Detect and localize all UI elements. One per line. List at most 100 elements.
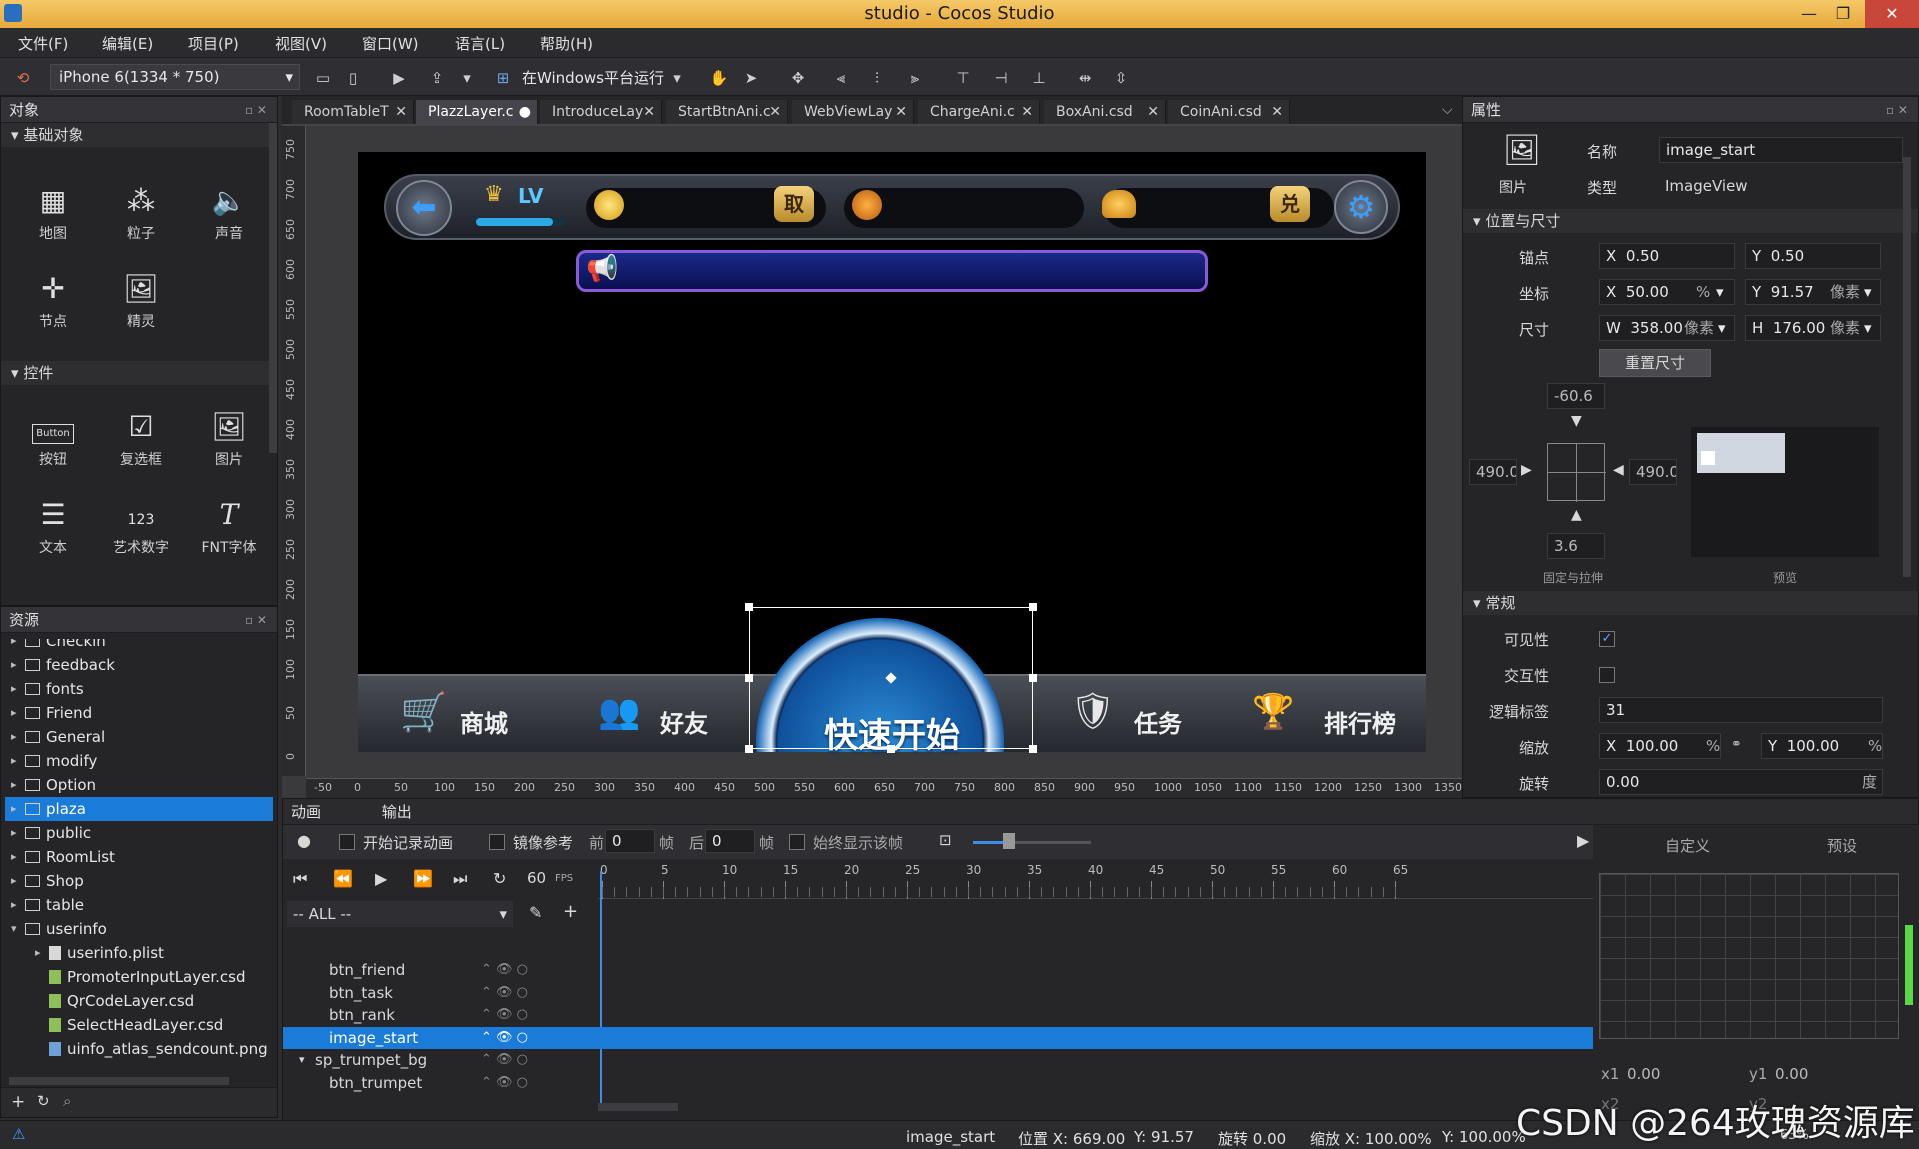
timeline-zoom-slider[interactable] bbox=[973, 841, 1091, 844]
object-particle[interactable]: ⁂ 粒子 bbox=[101, 179, 181, 243]
resize-handle[interactable] bbox=[745, 745, 753, 753]
play-icon[interactable]: ▶ bbox=[388, 67, 410, 89]
chevron-down-icon[interactable]: ▾ bbox=[11, 917, 17, 941]
track-row[interactable]: btn_trumpet ⌃ 👁 ○ bbox=[283, 1072, 598, 1094]
resource-item[interactable]: ▸ public bbox=[5, 821, 273, 845]
tab-output[interactable]: 输出 bbox=[382, 803, 412, 821]
portrait-icon[interactable]: ▯ bbox=[342, 67, 364, 89]
control-button[interactable]: Button 按钮 bbox=[13, 405, 93, 469]
size-w-field[interactable]: W 358.00 像素 ▾ bbox=[1599, 315, 1735, 341]
resource-item[interactable]: uinfo_atlas_sendcount.png bbox=[5, 1037, 273, 1061]
link-scale-icon[interactable]: ⚭ bbox=[1731, 737, 1742, 752]
menu-language[interactable]: 语言(L) bbox=[455, 33, 505, 54]
loop-icon[interactable]: ↻ bbox=[493, 869, 506, 888]
task-button[interactable]: 任务 bbox=[1134, 704, 1182, 739]
add-track-icon[interactable]: + bbox=[563, 901, 578, 922]
track-filter-select[interactable]: -- ALL -- ▾ bbox=[287, 901, 513, 927]
margin-top-field[interactable]: -60.6 bbox=[1547, 383, 1605, 409]
chevron-right-icon[interactable]: ▸ bbox=[11, 701, 17, 725]
menu-window[interactable]: 窗口(W) bbox=[362, 33, 419, 54]
name-field[interactable]: image_start bbox=[1659, 137, 1903, 163]
resource-item[interactable]: ▸ fonts bbox=[5, 677, 273, 701]
scale-x-field[interactable]: X 100.00% bbox=[1599, 733, 1721, 759]
tag-field[interactable]: 31 bbox=[1599, 697, 1883, 723]
resource-item[interactable]: ▸ table bbox=[5, 893, 273, 917]
slider-thumb[interactable] bbox=[1003, 833, 1015, 849]
size-h-field[interactable]: H 176.00 像素 ▾ bbox=[1745, 315, 1881, 341]
resource-item[interactable]: ▸ plaza bbox=[5, 797, 273, 821]
menu-project[interactable]: 项目(P) bbox=[188, 33, 239, 54]
withdraw-button[interactable]: 取 bbox=[774, 186, 814, 222]
warning-icon[interactable]: ⚠ bbox=[12, 1125, 25, 1143]
control-text[interactable]: ☰ 文本 bbox=[13, 493, 93, 557]
easing-handle[interactable] bbox=[1905, 925, 1913, 1005]
track-visibility-icon[interactable]: ⌃ 👁 ○ bbox=[481, 1004, 528, 1026]
first-frame-icon[interactable]: ⏮ bbox=[293, 869, 307, 889]
shop-button[interactable]: 商城 bbox=[460, 704, 508, 739]
visible-checkbox[interactable]: ✓ bbox=[1599, 631, 1615, 647]
select-tool-icon[interactable]: ➤ bbox=[740, 67, 762, 89]
tab-chargeani[interactable]: ChargeAni.c ✕ bbox=[918, 100, 1040, 124]
resource-item[interactable]: PromoterInputLayer.csd bbox=[5, 965, 273, 989]
resource-item[interactable]: ▸ modify bbox=[5, 749, 273, 773]
tab-roomtable[interactable]: RoomTableT ✕ bbox=[292, 100, 414, 124]
controls-header[interactable]: ▾ 控件 bbox=[1, 361, 277, 385]
publish-dropdown-icon[interactable]: ▾ bbox=[456, 67, 478, 89]
tab-boxani[interactable]: BoxAni.csd ✕ bbox=[1044, 100, 1166, 124]
timeline[interactable]: 0 5 10 15 20 25 30 35 40 45 50 55 60 65 bbox=[598, 859, 1593, 1121]
basic-objects-header[interactable]: ▾ 基础对象 bbox=[1, 123, 277, 147]
resize-handle[interactable] bbox=[1029, 674, 1037, 682]
timeline-h-scrollbar[interactable] bbox=[598, 1103, 678, 1111]
control-image[interactable]: 🖼 图片 bbox=[189, 405, 269, 469]
control-fnt[interactable]: T FNT字体 bbox=[189, 493, 269, 557]
align-middle-icon[interactable]: ⊣ bbox=[990, 67, 1012, 89]
align-bottom-icon[interactable]: ⊥ bbox=[1028, 67, 1050, 89]
position-x-field[interactable]: X 50.00% ▾ bbox=[1599, 279, 1735, 305]
rotate-field[interactable]: 0.00 度 bbox=[1599, 769, 1883, 795]
tab-coinani[interactable]: CoinAni.csd ✕ bbox=[1168, 100, 1290, 124]
control-artnum[interactable]: 123 艺术数字 bbox=[101, 493, 181, 557]
align-top-icon[interactable]: ⊤ bbox=[952, 67, 974, 89]
resource-item[interactable]: ▸ Shop bbox=[5, 869, 273, 893]
rank-button[interactable]: 排行榜 bbox=[1324, 704, 1396, 739]
resource-item[interactable]: ▸ General bbox=[5, 725, 273, 749]
exchange-button[interactable]: 兑 bbox=[1270, 186, 1310, 222]
margin-left-field[interactable]: 490.0 bbox=[1469, 459, 1517, 485]
trumpet-icon[interactable]: 📢 bbox=[586, 254, 618, 284]
move-icon[interactable]: ✥ bbox=[787, 67, 809, 89]
pin-left-icon[interactable]: ▶ bbox=[1521, 462, 1532, 478]
align-right-icon[interactable]: ⫸ bbox=[904, 67, 926, 89]
close-icon[interactable]: ✕ bbox=[1865, 0, 1919, 28]
always-show-checkbox[interactable] bbox=[789, 834, 805, 850]
track-visibility-icon[interactable]: ⌃ 👁 ○ bbox=[481, 982, 528, 1004]
margin-right-field[interactable]: 490.0 bbox=[1629, 459, 1677, 485]
track-visibility-icon[interactable]: ⌃ 👁 ○ bbox=[481, 1027, 528, 1049]
resource-item[interactable]: ▸ Checkin bbox=[5, 639, 273, 653]
search-icon[interactable]: ⌕ bbox=[63, 1092, 71, 1110]
chevron-right-icon[interactable]: ▸ bbox=[11, 639, 17, 653]
resize-handle[interactable] bbox=[1029, 603, 1037, 611]
chevron-right-icon[interactable]: ▸ bbox=[11, 893, 17, 917]
prev-frame-icon[interactable]: ⏪ bbox=[333, 869, 353, 888]
chevron-right-icon[interactable]: ▸ bbox=[11, 653, 17, 677]
track-visibility-icon[interactable]: ⌃ 👁 ○ bbox=[481, 1049, 528, 1071]
position-y-field[interactable]: Y 91.57 像素 ▾ bbox=[1745, 279, 1881, 305]
margin-bottom-field[interactable]: 3.6 bbox=[1547, 533, 1605, 559]
resize-handle[interactable] bbox=[745, 674, 753, 682]
before-frames-field[interactable]: 0 bbox=[605, 829, 655, 853]
tab-webviewlayer[interactable]: WebViewLay ✕ bbox=[792, 100, 914, 124]
x1-value[interactable]: 0.00 bbox=[1627, 1065, 1660, 1083]
track-row[interactable]: btn_friend ⌃ 👁 ○ bbox=[283, 959, 598, 981]
distribute-v-icon[interactable]: ⇳ bbox=[1110, 67, 1132, 89]
friends-button[interactable]: 好友 bbox=[660, 704, 708, 739]
resource-item[interactable]: ▸ Option bbox=[5, 773, 273, 797]
y1-value[interactable]: 0.00 bbox=[1775, 1065, 1808, 1083]
align-left-icon[interactable]: ⫷ bbox=[830, 67, 852, 89]
menu-view[interactable]: 视图(V) bbox=[275, 33, 327, 54]
rotate-device-icon[interactable]: ⟲ bbox=[12, 67, 34, 89]
edit-icon[interactable]: ✎ bbox=[529, 903, 542, 922]
reset-size-button[interactable]: 重置尺寸 bbox=[1599, 349, 1711, 377]
run-dropdown-icon[interactable]: ▾ bbox=[666, 67, 688, 89]
run-platform-label[interactable]: 在Windows平台运行 bbox=[522, 67, 664, 88]
track-row[interactable]: sp_trumpet_bg ▾ ⌃ 👁 ○ bbox=[283, 1049, 598, 1071]
